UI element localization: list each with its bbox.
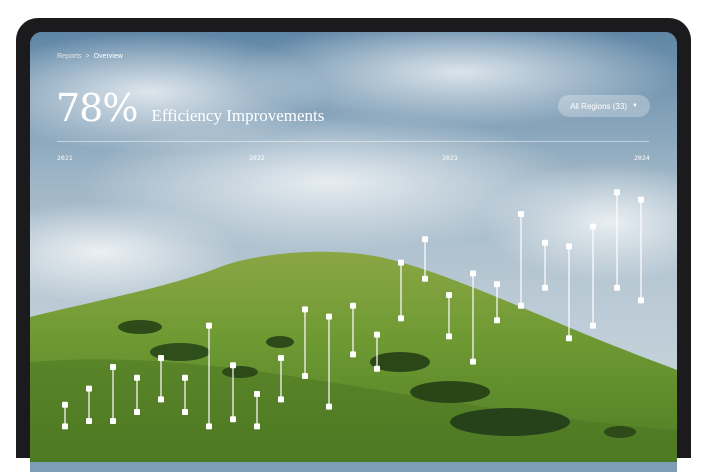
range-low-marker[interactable]	[134, 409, 140, 415]
range-low-marker[interactable]	[158, 396, 164, 403]
range-high-marker[interactable]	[518, 211, 524, 217]
range-bar[interactable]	[638, 196, 644, 304]
range-bar[interactable]	[614, 189, 620, 291]
range-high-marker[interactable]	[230, 362, 236, 369]
range-low-marker[interactable]	[542, 284, 548, 291]
range-high-marker[interactable]	[110, 364, 116, 370]
range-high-marker[interactable]	[86, 385, 92, 392]
range-low-marker[interactable]	[62, 423, 68, 430]
range-high-marker[interactable]	[206, 322, 212, 329]
range-high-marker[interactable]	[302, 306, 308, 313]
range-low-marker[interactable]	[422, 275, 428, 282]
range-bar[interactable]	[374, 331, 380, 372]
range-bar[interactable]	[566, 243, 572, 342]
range-high-marker[interactable]	[422, 236, 428, 243]
range-low-marker[interactable]	[566, 335, 572, 342]
range-high-marker[interactable]	[62, 401, 68, 408]
screen: Reports > Overview 78% Efficiency Improv…	[30, 32, 677, 472]
range-low-marker[interactable]	[230, 416, 236, 423]
range-bar[interactable]	[182, 374, 188, 415]
range-bar[interactable]	[350, 302, 356, 358]
range-high-marker[interactable]	[350, 302, 356, 309]
range-bar[interactable]	[470, 270, 476, 365]
range-high-marker[interactable]	[470, 270, 476, 277]
range-low-marker[interactable]	[254, 423, 260, 430]
range-low-marker[interactable]	[278, 396, 284, 403]
range-bar[interactable]	[542, 239, 548, 291]
range-bar[interactable]	[134, 374, 140, 415]
tablet-frame: Reports > Overview 78% Efficiency Improv…	[16, 18, 691, 472]
range-low-marker[interactable]	[494, 317, 500, 324]
range-low-marker[interactable]	[350, 351, 356, 358]
range-low-marker[interactable]	[110, 418, 116, 424]
range-bar[interactable]	[398, 259, 404, 322]
range-high-marker[interactable]	[374, 331, 380, 338]
range-bar[interactable]	[518, 211, 524, 309]
range-high-marker[interactable]	[614, 189, 620, 196]
range-bar[interactable]	[446, 292, 452, 340]
range-high-marker[interactable]	[278, 355, 284, 361]
range-low-marker[interactable]	[398, 315, 404, 322]
range-low-marker[interactable]	[518, 302, 524, 309]
range-low-marker[interactable]	[590, 322, 596, 329]
range-bar[interactable]	[254, 391, 260, 430]
range-low-marker[interactable]	[86, 418, 92, 424]
range-bar[interactable]	[230, 362, 236, 423]
range-low-marker[interactable]	[302, 373, 308, 379]
range-high-marker[interactable]	[566, 243, 572, 250]
range-high-marker[interactable]	[158, 355, 164, 361]
range-low-marker[interactable]	[638, 297, 644, 304]
range-high-marker[interactable]	[182, 374, 188, 381]
range-high-marker[interactable]	[446, 292, 452, 298]
range-bar[interactable]	[590, 223, 596, 329]
range-bar[interactable]	[110, 364, 116, 424]
range-bar[interactable]	[278, 355, 284, 403]
range-chart	[62, 189, 644, 430]
range-high-marker[interactable]	[638, 196, 644, 203]
range-low-marker[interactable]	[206, 423, 212, 430]
range-bar[interactable]	[62, 401, 68, 430]
range-bar[interactable]	[86, 385, 92, 424]
range-bar[interactable]	[302, 306, 308, 379]
range-high-marker[interactable]	[398, 259, 404, 266]
range-high-marker[interactable]	[254, 391, 260, 397]
range-low-marker[interactable]	[182, 409, 188, 415]
range-bar[interactable]	[326, 313, 332, 410]
range-bar[interactable]	[158, 355, 164, 403]
range-high-marker[interactable]	[590, 223, 596, 230]
range-low-marker[interactable]	[470, 358, 476, 365]
range-bar[interactable]	[494, 281, 500, 324]
range-bar[interactable]	[422, 236, 428, 282]
range-low-marker[interactable]	[374, 365, 380, 372]
range-high-marker[interactable]	[542, 239, 548, 246]
range-high-marker[interactable]	[134, 374, 140, 381]
range-bar[interactable]	[206, 322, 212, 430]
range-high-marker[interactable]	[494, 281, 500, 288]
range-low-marker[interactable]	[614, 284, 620, 291]
range-high-marker[interactable]	[326, 313, 332, 320]
range-low-marker[interactable]	[326, 403, 332, 410]
range-low-marker[interactable]	[446, 333, 452, 340]
